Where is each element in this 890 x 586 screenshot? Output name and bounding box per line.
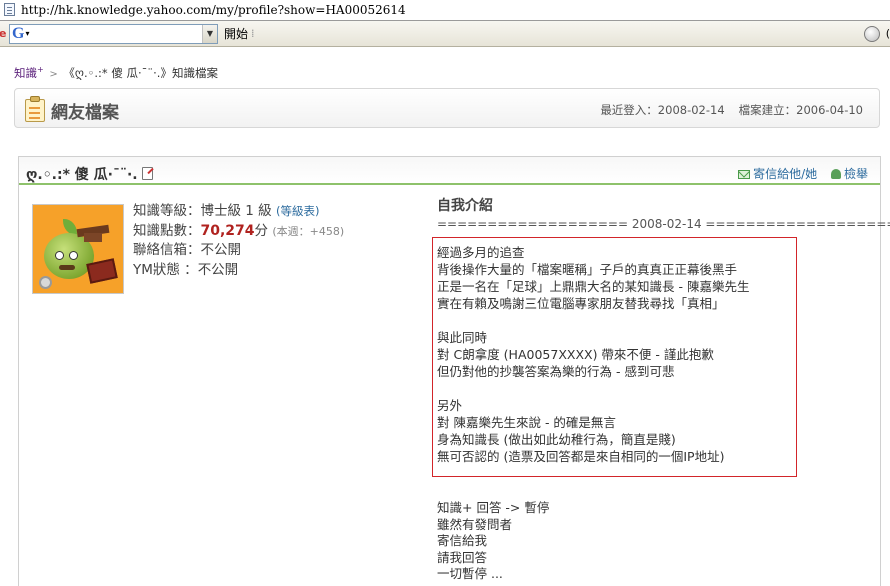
- intro-line: 正是一名在「足球」上鼎鼎大名的某知識長 - 陳嘉樂先生: [437, 279, 750, 294]
- ym-value: 不公開: [197, 261, 239, 278]
- clipboard-icon: [24, 95, 46, 123]
- breadcrumb-current: 知識檔案: [171, 66, 218, 80]
- profile-stats: 知識等級：博士級 1 級 (等級表) 知識點數：70,274分 (本週：+458…: [133, 202, 344, 280]
- intro-line: [437, 380, 749, 397]
- page-icon: [2, 3, 18, 17]
- points-row: 知識點數：70,274分 (本週：+458): [133, 222, 345, 239]
- ym-row: YM狀態 ：不公開: [133, 261, 239, 278]
- intro-line: 但仍對他的抄襲答案為樂的行為 - 感到可悲: [437, 364, 675, 379]
- level-row: 知識等級：博士級 1 級 (等級表): [133, 203, 320, 219]
- breadcrumb-separator: >: [49, 69, 58, 80]
- tail-line: 一切暫停 ...: [437, 566, 503, 581]
- url-text[interactable]: http://hk.knowledge.yahoo.com/my/profile…: [21, 3, 406, 17]
- mailbox-row: 聯絡信箱：不公開: [133, 242, 242, 258]
- breadcrumb: 知識+ > 《ღ.◦.:* 傻 瓜·¯¨·.》知識檔案: [14, 65, 218, 81]
- intro-heading: 自我介紹: [437, 198, 493, 214]
- google-toolbar: e G ▾ ▼ 開始 ⁞ (: [0, 21, 890, 47]
- intro-line: 對 陳嘉樂先生來說 - 的確是無言: [437, 415, 616, 430]
- google-search-box[interactable]: G ▾ ▼: [9, 23, 218, 44]
- level-value: 博士級 1 級: [200, 203, 272, 219]
- page-content: 知識+ > 《ღ.◦.:* 傻 瓜·¯¨·.》知識檔案 網友檔案 最近登入：20…: [0, 48, 890, 586]
- toolbar-separator: ⁞: [251, 27, 255, 40]
- google-menu-caret-icon[interactable]: ▾: [25, 29, 29, 38]
- report-bell-icon: [830, 169, 841, 179]
- toolbar-right-fragment: (: [885, 27, 890, 40]
- intro-line: 無可否認的 (造票及回答都是來自相同的一個IP地址): [437, 449, 725, 464]
- google-logo-icon[interactable]: G: [12, 25, 24, 43]
- level-table-link[interactable]: (等級表): [276, 204, 319, 218]
- tail-line: 寄信給我: [437, 533, 488, 548]
- intro-line: 對 C朗拿度 (HA0057XXXX) 帶來不便 - 謹此抱歉: [437, 347, 714, 362]
- points-week: (本週：+458): [272, 224, 345, 238]
- avatar: [32, 204, 124, 294]
- search-dropdown-button[interactable]: ▼: [202, 24, 217, 43]
- profile-actions: 寄信給他/她 檢舉: [738, 165, 868, 182]
- toolbar-option-icon[interactable]: [864, 26, 880, 42]
- profile-panel: ღ.◦.:* 傻 瓜·¯¨·. 寄信給他/她 檢舉 知識等級：博士級 1 級 (…: [18, 156, 890, 586]
- tail-line: 知識+ 回答 -> 暫停: [437, 500, 550, 515]
- intro-boxed-text: 經過多月的追查 背後操作大量的「檔案暱稱」子戶的真真正正幕後黑手 正是一名在「足…: [437, 244, 749, 465]
- username: ღ.◦.:* 傻 瓜·¯¨·.: [26, 164, 153, 184]
- intro-line: 實在有賴及鳴謝三位電腦專家朋友替我尋找「真相」: [437, 296, 725, 311]
- intro-line: 與此同時: [437, 330, 488, 345]
- intro-line: 身為知識長 (做出如此幼稚行為，簡直是賤): [437, 432, 676, 447]
- edit-note-icon[interactable]: [141, 167, 153, 180]
- breadcrumb-root-link[interactable]: 知識+: [14, 65, 44, 80]
- intro-line: 經過多月的追查: [437, 245, 525, 260]
- address-bar[interactable]: http://hk.knowledge.yahoo.com/my/profile…: [0, 0, 890, 21]
- tail-line: 請我回答: [437, 549, 488, 565]
- report-link[interactable]: 檢舉: [821, 167, 868, 181]
- profile-dates: 最近登入：2008-02-14 檔案建立：2006-04-10: [600, 102, 863, 118]
- intro-line: [437, 312, 749, 329]
- breadcrumb-user: 《ღ.◦.:* 傻 瓜·¯¨·.》: [63, 66, 172, 80]
- go-button[interactable]: 開始: [224, 25, 248, 42]
- points-value: 70,274: [200, 222, 255, 239]
- intro-date-line: =================== 2008-02-14 =========…: [437, 217, 890, 231]
- last-login: 最近登入：2008-02-14: [600, 103, 725, 117]
- mailbox-value: 不公開: [200, 242, 242, 258]
- intro-line: 另外: [437, 398, 463, 413]
- created-date: 檔案建立：2006-04-10: [738, 103, 863, 117]
- tail-line: 雖然有發問者: [437, 516, 513, 532]
- send-mail-link[interactable]: 寄信給他/她: [738, 167, 817, 181]
- intro-tail-text: 知識+ 回答 -> 暫停 雖然有發問者 寄信給我 請我回答 一切暫停 ...: [437, 500, 549, 583]
- profile-panel-header: ღ.◦.:* 傻 瓜·¯¨·. 寄信給他/她 檢舉: [19, 157, 880, 185]
- intro-line: 背後操作大量的「檔案暱稱」子戶的真真正正幕後黑手: [437, 262, 738, 277]
- toolbar-e-fragment: e: [0, 27, 7, 40]
- page-title: 網友檔案: [51, 103, 119, 123]
- profile-header: 網友檔案 最近登入：2008-02-14 檔案建立：2006-04-10: [14, 88, 880, 128]
- medal-icon: [39, 276, 52, 289]
- mail-icon: [738, 170, 751, 179]
